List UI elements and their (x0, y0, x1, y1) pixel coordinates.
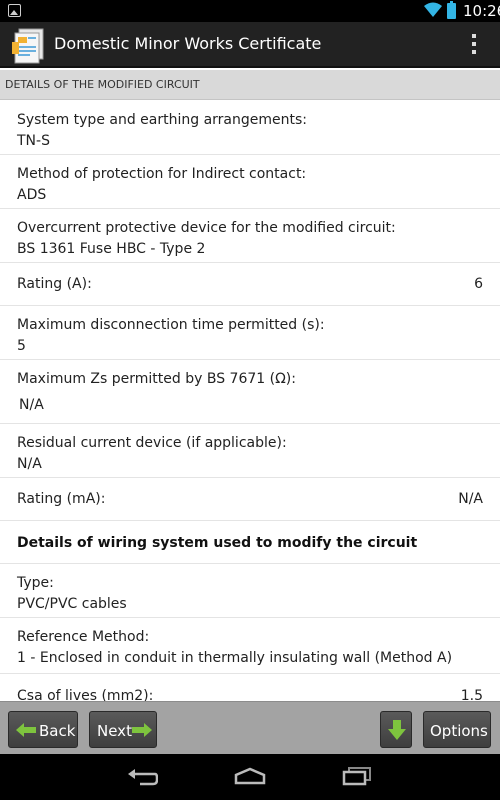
battery-icon (447, 1, 456, 19)
field-value: N/A (17, 456, 42, 472)
field-csa-lives[interactable]: Csa of lives (mm2): 1.5 (0, 674, 500, 701)
next-button-label: Next (97, 722, 132, 740)
status-time: 10:26 (463, 2, 500, 20)
field-max-disconnection[interactable]: Maximum disconnection time permitted (s)… (0, 306, 500, 360)
app-bar: Domestic Minor Works Certificate (0, 22, 500, 68)
field-label: Method of protection for Indirect contac… (17, 166, 307, 182)
section-header: DETAILS OF THE MODIFIED CIRCUIT (0, 70, 500, 100)
wiring-subheading-row: Details of wiring system used to modify … (0, 521, 500, 564)
field-rating-ma[interactable]: Rating (mA): N/A (0, 478, 500, 521)
next-button[interactable]: Next (89, 711, 157, 748)
field-value: N/A (458, 491, 483, 507)
field-label: Type: (17, 575, 54, 591)
field-label: Csa of lives (mm2): (17, 688, 154, 701)
section-header-label: DETAILS OF THE MODIFIED CIRCUIT (5, 78, 200, 91)
overflow-menu-icon[interactable] (466, 32, 482, 58)
wifi-icon (424, 2, 442, 17)
field-rating-a[interactable]: Rating (A): 6 (0, 263, 500, 306)
field-value: 5 (17, 338, 26, 354)
field-label: System type and earthing arrangements: (17, 112, 308, 128)
field-label: Overcurrent protective device for the mo… (17, 220, 396, 236)
field-value: 6 (474, 276, 483, 292)
options-button[interactable]: Options (423, 711, 491, 748)
field-max-zs[interactable]: Maximum Zs permitted by BS 7671 (Ω): N/A (0, 360, 500, 424)
field-protection-method[interactable]: Method of protection for Indirect contac… (0, 155, 500, 209)
wiring-subheading: Details of wiring system used to modify … (17, 535, 418, 551)
field-value: N/A (19, 397, 44, 413)
field-label: Rating (mA): (17, 491, 106, 507)
save-button[interactable] (380, 711, 412, 748)
field-value: TN-S (17, 133, 50, 149)
field-rcd[interactable]: Residual current device (if applicable):… (0, 424, 500, 478)
field-system-type[interactable]: System type and earthing arrangements: T… (0, 100, 500, 155)
field-label: Residual current device (if applicable): (17, 435, 287, 451)
app-certificate-icon[interactable] (10, 26, 48, 64)
options-button-label: Options (430, 722, 488, 740)
notification-image-icon (8, 4, 21, 17)
save-download-icon (388, 720, 406, 740)
nav-recents-icon[interactable] (342, 766, 372, 786)
field-value: 1.5 (460, 688, 483, 701)
page-title: Domestic Minor Works Certificate (54, 34, 322, 53)
field-value: PVC/PVC cables (17, 596, 127, 612)
field-label: Rating (A): (17, 276, 92, 292)
arrow-left-icon (16, 723, 36, 737)
arrow-right-icon (132, 723, 152, 737)
field-label: Maximum Zs permitted by BS 7671 (Ω): (17, 371, 296, 387)
field-reference-method[interactable]: Reference Method: 1 - Enclosed in condui… (0, 618, 500, 674)
nav-back-icon[interactable] (128, 768, 158, 786)
field-value: BS 1361 Fuse HBC - Type 2 (17, 241, 206, 257)
nav-home-icon[interactable] (234, 767, 266, 785)
field-type[interactable]: Type: PVC/PVC cables (0, 564, 500, 618)
system-nav-bar (0, 754, 500, 800)
back-button-label: Back (39, 722, 76, 740)
bottom-toolbar: Back Next Options (0, 701, 500, 754)
field-value: 1 - Enclosed in conduit in thermally ins… (17, 650, 453, 666)
status-bar: 10:26 (0, 0, 500, 22)
field-label: Maximum disconnection time permitted (s)… (17, 317, 325, 333)
field-overcurrent-device[interactable]: Overcurrent protective device for the mo… (0, 209, 500, 263)
field-label: Reference Method: (17, 629, 150, 645)
field-value: ADS (17, 187, 47, 203)
back-button[interactable]: Back (8, 711, 78, 748)
form-content[interactable]: System type and earthing arrangements: T… (0, 100, 500, 701)
